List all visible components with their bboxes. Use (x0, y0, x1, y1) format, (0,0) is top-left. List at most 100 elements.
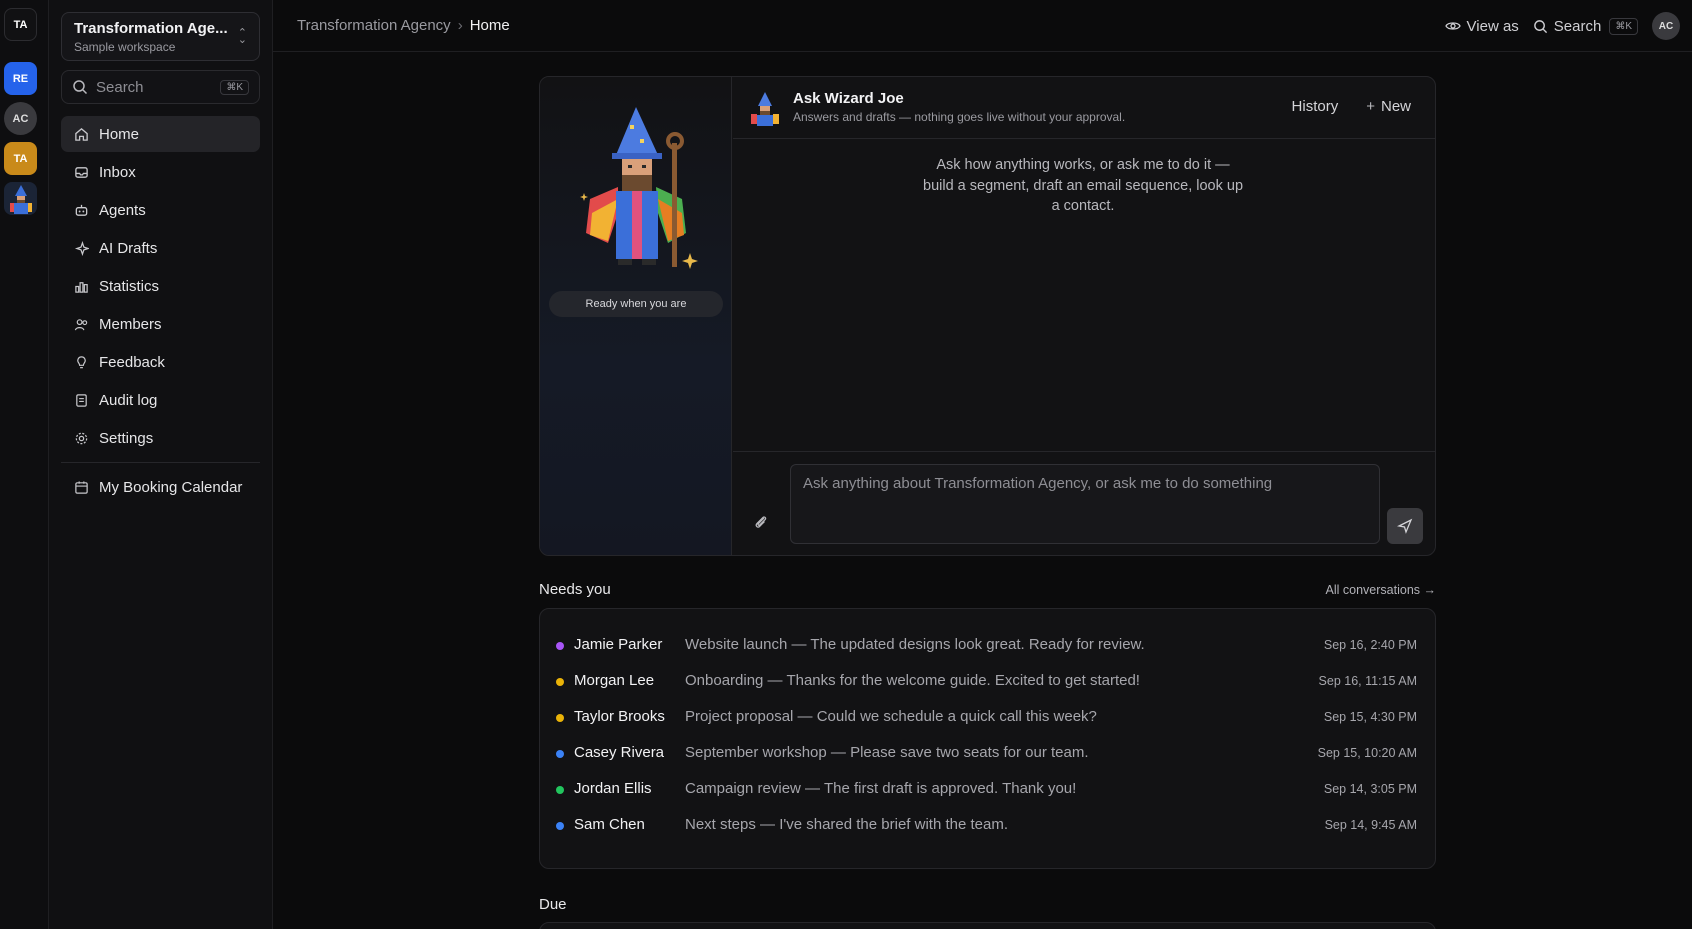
assistant-title: Ask Wizard Joe (793, 90, 904, 107)
contact-name: Jordan Ellis (574, 780, 652, 797)
due-title: Due (539, 896, 567, 913)
sidebar-item-label: Members (99, 315, 162, 333)
conversation-row[interactable]: Taylor Brooks Project proposal — Could w… (540, 699, 1435, 735)
contact-name: Jamie Parker (574, 636, 663, 653)
sidebar-item-label: Inbox (99, 163, 136, 181)
top-search-shortcut: ⌘K (1609, 17, 1638, 35)
contact-name: Casey Rivera (574, 744, 665, 761)
plus-icon: + (1366, 98, 1375, 115)
assistant-composer: Ask anything about Transformation Agency… (733, 451, 1435, 555)
sidebar-item-statistics[interactable]: Statistics (61, 268, 260, 304)
sidebar-item-audit-log[interactable]: Audit log (61, 382, 260, 418)
message-time: Sep 16, 2:40 PM (1323, 638, 1417, 652)
workspace-name: Transformation Age... (74, 20, 228, 37)
workspace-re[interactable]: RE (4, 62, 37, 95)
sidebar-item-label: Feedback (99, 353, 165, 371)
assistant-header: Ask Wizard Joe Answers and drafts — noth… (733, 77, 1435, 139)
wizard-icon (9, 184, 32, 214)
search-icon (1533, 19, 1547, 33)
status-dot (556, 678, 564, 686)
sidebar-item-agents[interactable]: Agents (61, 192, 260, 228)
breadcrumb: Transformation Agency › Home (297, 17, 510, 34)
all-conversations-link[interactable]: All conversations → (1326, 583, 1436, 597)
assistant-conversation: Ask how anything works, or ask me to do … (733, 139, 1435, 451)
sidebar-item-home[interactable]: Home (61, 116, 260, 152)
workspace-switcher[interactable]: Transformation Age... Sample workspace ⌃… (61, 12, 260, 61)
ready-status-pill: Ready when you are (549, 291, 723, 317)
assistant-prompt-input[interactable]: Ask anything about Transformation Agency… (790, 464, 1380, 544)
workspace-wizard-avatar[interactable] (4, 182, 37, 215)
top-actions: View as Search ⌘K AC (1444, 12, 1680, 40)
needs-you-title: Needs you (539, 581, 611, 598)
sidebar-item-label: Audit log (99, 391, 158, 409)
sidebar-search-placeholder: Search (96, 78, 144, 96)
sidebar-nav: Home Inbox Agents AI Drafts Statistics M… (61, 116, 260, 507)
top-search-button[interactable]: Search (1533, 18, 1601, 35)
breadcrumb-parent[interactable]: Transformation Agency (297, 17, 451, 34)
sidebar-item-feedback[interactable]: Feedback (61, 344, 260, 380)
assistant-hint: Ask how anything works, or ask me to do … (923, 157, 1244, 214)
status-dot (556, 822, 564, 830)
eye-icon (1444, 22, 1461, 30)
chart-icon (73, 278, 89, 294)
conversation-row[interactable]: Sam Chen Next steps — I've shared the br… (540, 807, 1435, 843)
message-preview: Project proposal — Could we schedule a q… (685, 708, 1097, 725)
sidebar-item-label: Settings (99, 429, 154, 447)
chevron-right-icon: › (457, 17, 463, 34)
contact-name: Sam Chen (574, 816, 645, 833)
conversation-row[interactable]: Morgan Lee Onboarding — Thanks for the w… (540, 663, 1435, 699)
assistant-card: Ready when you are Ask Wizard Joe Answer… (539, 76, 1436, 556)
view-as-button[interactable]: View as (1444, 18, 1519, 35)
sidebar-item-label: Agents (99, 201, 146, 219)
sparkle-icon (73, 240, 89, 256)
sidebar-item-ai-drafts[interactable]: AI Drafts (61, 230, 260, 266)
sidebar-item-label: AI Drafts (99, 239, 158, 257)
assistant-mascot-panel: Ready when you are (540, 77, 732, 555)
send-button[interactable] (1387, 508, 1423, 544)
users-icon (73, 316, 89, 332)
status-dot (556, 750, 564, 758)
sidebar-search[interactable]: Search ⌘K (61, 70, 260, 104)
workspace-ac[interactable]: AC (4, 102, 37, 135)
status-dot (556, 642, 564, 650)
status-dot (556, 786, 564, 794)
sidebar-item-members[interactable]: Members (61, 306, 260, 342)
message-time: Sep 15, 10:20 AM (1317, 746, 1417, 760)
message-time: Sep 16, 11:15 AM (1318, 674, 1417, 688)
history-button[interactable]: History (1292, 98, 1339, 115)
sidebar-item-label: My Booking Calendar (99, 478, 243, 496)
paperclip-icon[interactable] (753, 514, 769, 530)
status-dot (556, 714, 564, 722)
needs-you-list: Jamie Parker Website launch — The update… (539, 608, 1436, 869)
sidebar-search-shortcut: ⌘K (220, 79, 249, 95)
conversation-row[interactable]: Casey Rivera September workshop — Please… (540, 735, 1435, 771)
user-avatar[interactable]: AC (1652, 12, 1680, 40)
search-icon (73, 80, 88, 95)
robot-icon (73, 202, 89, 218)
message-time: Sep 14, 3:05 PM (1323, 782, 1417, 796)
message-preview: Campaign review — The first draft is app… (685, 780, 1077, 797)
sidebar-item-inbox[interactable]: Inbox (61, 154, 260, 190)
message-time: Sep 14, 9:45 AM (1324, 818, 1417, 832)
message-time: Sep 15, 4:30 PM (1323, 710, 1417, 724)
new-label: New (1380, 98, 1411, 115)
sidebar-item-label: Home (99, 125, 140, 143)
log-icon (73, 392, 89, 408)
sidebar-item-label: Statistics (99, 277, 160, 295)
workspace-ta-current[interactable]: TA (4, 8, 37, 41)
new-conversation-button[interactable]: + New (1366, 98, 1411, 115)
sidebar: Transformation Age... Sample workspace ⌃… (49, 0, 273, 929)
message-preview: Website launch — The updated designs loo… (685, 636, 1145, 653)
conversation-row[interactable]: Jordan Ellis Campaign review — The first… (540, 771, 1435, 807)
conversation-row[interactable]: Jamie Parker Website launch — The update… (540, 627, 1435, 663)
workspace-ta[interactable]: TA (4, 142, 37, 175)
message-preview: September workshop — Please save two sea… (685, 744, 1089, 761)
home-icon (73, 126, 89, 142)
sidebar-item-booking-calendar[interactable]: My Booking Calendar (61, 469, 260, 505)
breadcrumb-current: Home (469, 17, 510, 34)
sidebar-divider (61, 462, 260, 463)
due-list (539, 922, 1436, 929)
gear-icon (73, 430, 89, 446)
workspace-rail: TA RE AC TA (0, 0, 49, 929)
sidebar-item-settings[interactable]: Settings (61, 420, 260, 456)
